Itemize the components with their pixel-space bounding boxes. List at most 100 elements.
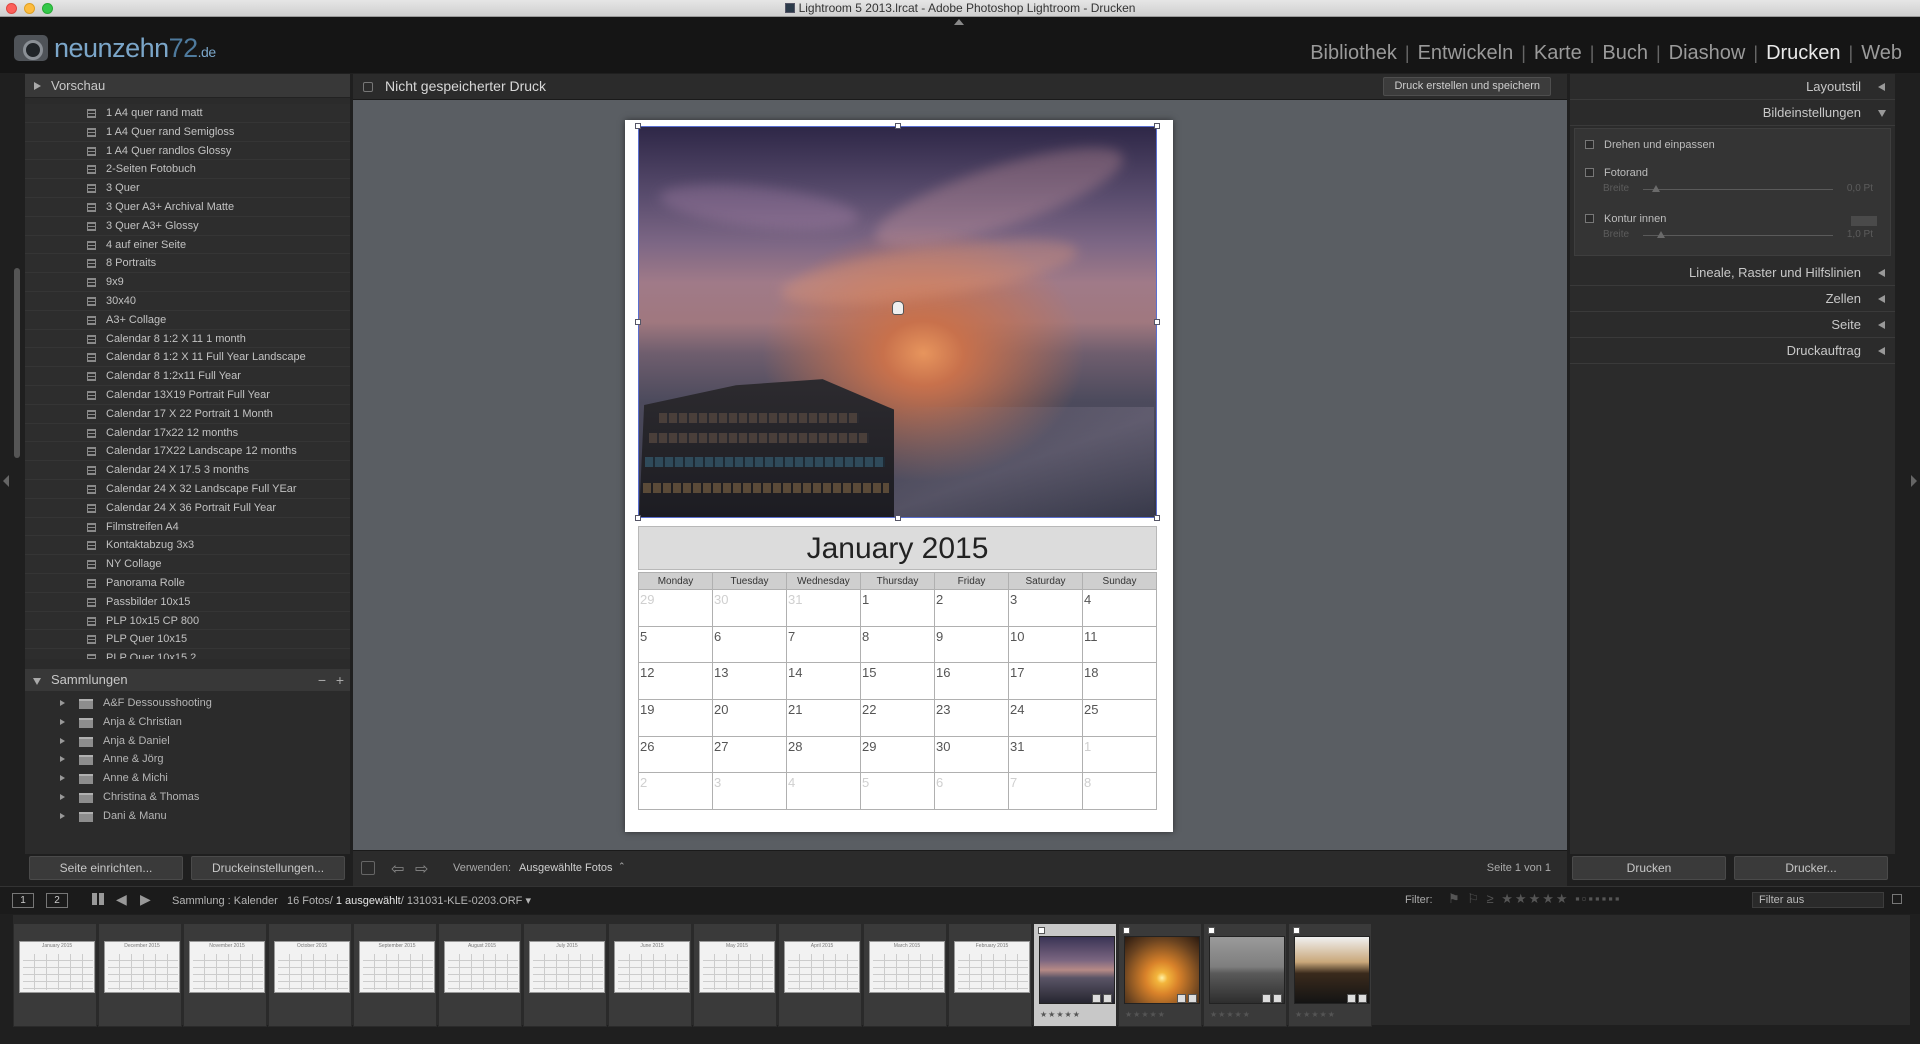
module-buch[interactable]: Buch	[1594, 42, 1656, 65]
remove-collection-icon[interactable]: −	[318, 669, 326, 691]
template-item[interactable]: Calendar 17x22 12 months	[25, 424, 350, 443]
printer-button[interactable]: Drucker...	[1734, 856, 1888, 880]
template-item[interactable]: Calendar 17X22 Landscape 12 months	[25, 442, 350, 462]
template-item[interactable]: 8 Portraits	[25, 254, 350, 274]
previous-page-icon[interactable]: ⇦	[391, 859, 404, 879]
filmstrip-thumbnail[interactable]: May 2015	[693, 923, 777, 1027]
module-entwickeln[interactable]: Entwickeln	[1410, 42, 1522, 65]
filter-dropdown[interactable]: Filter aus	[1752, 892, 1884, 908]
collection-item[interactable]: Anne & Jörg	[25, 750, 350, 769]
rating-stars[interactable]: ★★★★★	[1210, 1010, 1251, 1019]
filmstrip-thumbnail[interactable]: September 2015	[353, 923, 437, 1027]
slider-knob[interactable]	[1652, 185, 1660, 192]
collapse-top-panel-icon[interactable]	[954, 19, 964, 25]
template-item[interactable]: Calendar 13X19 Portrait Full Year	[25, 386, 350, 405]
resize-handle[interactable]	[635, 319, 641, 325]
expand-triangle-icon[interactable]	[60, 756, 65, 763]
page-setup-button[interactable]: Seite einrichten...	[29, 856, 183, 880]
template-item[interactable]: Calendar 24 X 32 Landscape Full YEar	[25, 480, 350, 499]
collection-item[interactable]: Christina & Thomas	[25, 788, 350, 807]
use-selector[interactable]: Ausgewählte Fotos	[519, 862, 613, 874]
rating-stars[interactable]: ★★★★★	[1125, 1010, 1166, 1019]
back-arrow-icon[interactable]: ◀	[116, 891, 127, 908]
source-breadcrumb[interactable]: Sammlung : Kalender 16 Fotos/ 1 ausgewäh…	[172, 894, 531, 907]
rotate-fit-option[interactable]: Drehen und einpassen	[1585, 139, 1715, 151]
filmstrip-thumbnail[interactable]: ★★★★★	[1118, 923, 1202, 1027]
left-panel-toggle-icon[interactable]	[3, 475, 9, 487]
minimize-window-button[interactable]	[24, 3, 35, 14]
template-item[interactable]: PLP 10x15 CP 800	[25, 612, 350, 631]
left-panel-scrollbar[interactable]	[14, 268, 20, 458]
main-window-button[interactable]: 1	[12, 893, 34, 908]
template-item[interactable]: 1 A4 Quer rand Semigloss	[25, 123, 350, 142]
resize-handle[interactable]	[635, 515, 641, 521]
resize-handle[interactable]	[1154, 319, 1160, 325]
photo-border-width-slider[interactable]: Breite 0,0 Pt	[1603, 183, 1883, 194]
image-settings-header[interactable]: Bildeinstellungen	[1570, 100, 1895, 126]
expand-triangle-icon[interactable]	[60, 793, 65, 800]
print-job-header[interactable]: Druckauftrag	[1570, 338, 1895, 364]
resize-handle[interactable]	[895, 123, 901, 129]
resize-handle[interactable]	[1154, 123, 1160, 129]
collections-panel-header[interactable]: Sammlungen − +	[25, 669, 350, 691]
template-item[interactable]: 2-Seiten Fotobuch	[25, 160, 350, 180]
stroke-color-swatch[interactable]	[1851, 216, 1877, 226]
template-item[interactable]: 9x9	[25, 273, 350, 292]
filter-lock-icon[interactable]	[1892, 894, 1902, 904]
template-item[interactable]: Kontaktabzug 3x3	[25, 536, 350, 556]
rating-stars[interactable]: ★★★★★	[1295, 1010, 1336, 1019]
module-drucken[interactable]: Drucken	[1758, 42, 1848, 65]
slider-track[interactable]	[1643, 235, 1833, 236]
filmstrip-thumbnail[interactable]: January 2015	[13, 923, 97, 1027]
collection-item[interactable]: Anja & Christian	[25, 713, 350, 732]
template-item[interactable]: 3 Quer	[25, 179, 350, 198]
template-item[interactable]: Panorama Rolle	[25, 574, 350, 593]
template-item[interactable]: Calendar 24 X 36 Portrait Full Year	[25, 499, 350, 518]
slider-track[interactable]	[1643, 189, 1833, 190]
filmstrip-thumbnail[interactable]: December 2015	[98, 923, 182, 1027]
close-window-button[interactable]	[6, 3, 17, 14]
collection-item[interactable]: A&F Dessousshooting	[25, 694, 350, 713]
grid-view-icon[interactable]	[92, 893, 104, 905]
filmstrip-thumbnail[interactable]: July 2015	[523, 923, 607, 1027]
toolbar-checkbox[interactable]	[361, 861, 375, 875]
print-settings-button[interactable]: Druckeinstellungen...	[191, 856, 345, 880]
pick-flag-icon[interactable]	[1293, 927, 1300, 934]
expand-triangle-icon[interactable]	[60, 718, 65, 725]
filmstrip-thumbnail[interactable]: March 2015	[863, 923, 947, 1027]
module-diashow[interactable]: Diashow	[1661, 42, 1754, 65]
right-panel-toggle-icon[interactable]	[1911, 475, 1917, 487]
template-item[interactable]: Calendar 8 1:2x11 Full Year	[25, 367, 350, 386]
filmstrip-thumbnail[interactable]: August 2015	[438, 923, 522, 1027]
resize-handle[interactable]	[1154, 515, 1160, 521]
template-item[interactable]: 4 auf einer Seite	[25, 236, 350, 255]
resize-handle[interactable]	[635, 123, 641, 129]
template-item[interactable]: PLP Quer 10x15	[25, 630, 350, 650]
preview-panel-header[interactable]: Vorschau	[25, 74, 350, 98]
module-web[interactable]: Web	[1853, 42, 1910, 65]
add-collection-icon[interactable]: +	[336, 669, 344, 691]
template-item[interactable]: 3 Quer A3+ Glossy	[25, 217, 350, 236]
slider-knob[interactable]	[1657, 231, 1665, 238]
filmstrip-thumbnail[interactable]: ★★★★★	[1033, 923, 1117, 1027]
filmstrip-thumbnail[interactable]: November 2015	[183, 923, 267, 1027]
template-item[interactable]: Calendar 8 1:2 X 11 1 month	[25, 330, 350, 349]
template-item[interactable]: 1 A4 Quer randlos Glossy	[25, 142, 350, 161]
maximize-window-button[interactable]	[42, 3, 53, 14]
inner-stroke-option[interactable]: Kontur innen	[1585, 213, 1885, 226]
template-item[interactable]: NY Collage	[25, 555, 350, 574]
resize-handle[interactable]	[895, 515, 901, 521]
next-page-icon[interactable]: ⇨	[415, 859, 428, 879]
pick-flag-icon[interactable]	[1038, 927, 1045, 934]
rating-stars[interactable]: ★★★★★	[1040, 1010, 1081, 1019]
page-header[interactable]: Seite	[1570, 312, 1895, 338]
template-item[interactable]: PLP Quer 10x15 2	[25, 649, 350, 659]
filmstrip-thumbnail[interactable]: April 2015	[778, 923, 862, 1027]
inner-stroke-checkbox[interactable]	[1585, 214, 1594, 223]
collection-item[interactable]: Anja & Daniel	[25, 732, 350, 751]
template-item[interactable]: Calendar 24 X 17.5 3 months	[25, 461, 350, 480]
expand-triangle-icon[interactable]	[60, 775, 65, 782]
second-window-button[interactable]: 2	[46, 893, 68, 908]
pick-flag-icon[interactable]	[1208, 927, 1215, 934]
expand-triangle-icon[interactable]	[60, 737, 65, 744]
